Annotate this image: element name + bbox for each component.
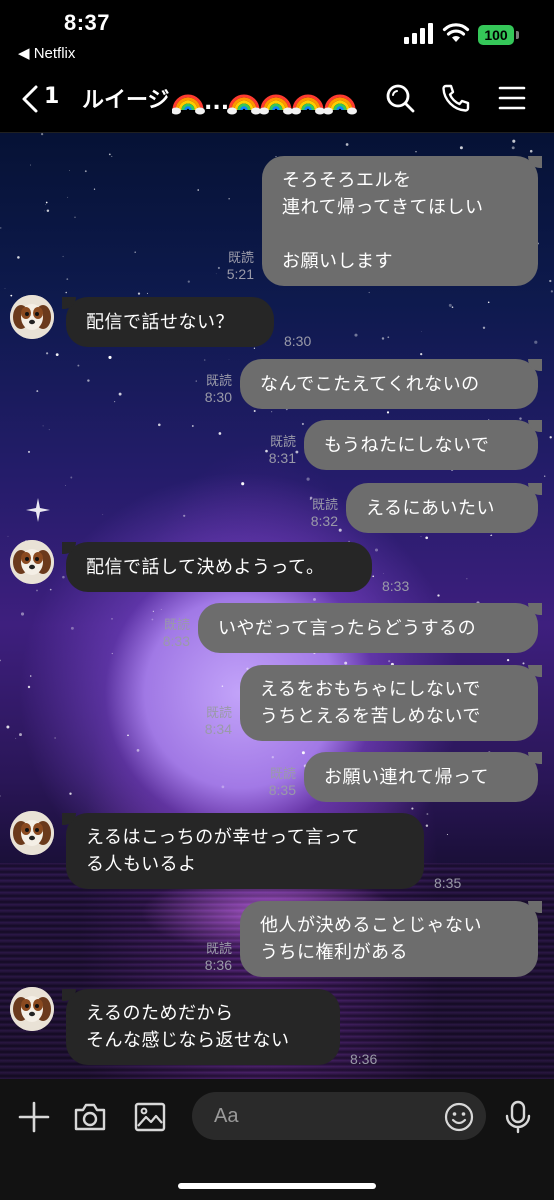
message-bubble[interactable]: もうねたにしないで (304, 420, 538, 470)
avatar[interactable] (10, 540, 54, 584)
read-receipt: 既読 (269, 434, 296, 449)
search-icon[interactable] (384, 82, 416, 114)
message-bubble[interactable]: お願い連れて帰って (304, 752, 538, 802)
rainbow-emoji-group: ... (172, 90, 359, 116)
menu-icon[interactable] (496, 82, 528, 114)
back-to-app-link[interactable]: ◀ Netflix (18, 44, 75, 62)
dog-avatar-icon (10, 295, 54, 339)
back-button[interactable]: 1 (14, 80, 76, 116)
read-receipt-time: 既読 8:34 (182, 705, 232, 737)
read-receipt-time: 既読 8:36 (182, 941, 232, 973)
chat-header: 1 ルイージ ... (0, 64, 554, 133)
unread-count: 1 (44, 84, 60, 109)
message-bubble[interactable]: えるはこっちのが幸せって言って る人もいるよ (66, 813, 424, 889)
read-receipt-time: 既読 8:33 (140, 617, 190, 649)
chat-title[interactable]: ルイージ (82, 82, 170, 114)
title-ellipsis: ... (204, 90, 229, 115)
plus-icon[interactable] (16, 1099, 52, 1135)
message-time: 8:30 (204, 389, 232, 405)
battery-icon: 100 (478, 25, 514, 45)
read-receipt: 既読 (205, 373, 232, 388)
read-receipt: 既読 (205, 941, 232, 956)
status-bar: 8:37 ◀ Netflix 100 (0, 0, 554, 64)
message-time: 8:33 (162, 633, 190, 649)
emoji-icon[interactable] (442, 1100, 476, 1134)
message-time: 8:36 (204, 957, 232, 973)
image-icon[interactable] (132, 1099, 168, 1135)
home-indicator (178, 1183, 376, 1189)
read-receipt-time: 既読 8:35 (246, 766, 296, 798)
message-bubble[interactable]: えるのためだから そんな感じなら返せない (66, 989, 340, 1065)
message-time: 8:36 (350, 1051, 378, 1067)
dog-avatar-icon (10, 811, 54, 855)
message-bubble[interactable]: そろそろエルを 連れて帰ってきてほしい お願いします (262, 156, 538, 286)
wifi-icon (442, 23, 470, 42)
read-receipt: 既読 (163, 617, 190, 632)
message-bubble[interactable]: 他人が決めることじゃない うちに権利がある (240, 901, 538, 977)
read-receipt-time: 既読 8:31 (246, 434, 296, 466)
dog-avatar-icon (10, 987, 54, 1031)
camera-icon[interactable] (72, 1099, 108, 1135)
read-receipt-time: 既読 8:32 (288, 497, 338, 529)
message-bubble[interactable]: いやだって言ったらどうするの (198, 603, 538, 653)
message-bubble[interactable]: えるにあいたい (346, 483, 538, 533)
chat-title-text: ルイージ (82, 88, 170, 113)
read-receipt: 既読 (311, 497, 338, 512)
chevron-left-icon (22, 85, 38, 113)
read-receipt: 既読 (269, 766, 296, 781)
message-time: 8:35 (268, 782, 296, 798)
battery-cap (516, 31, 519, 39)
input-bar (0, 1079, 554, 1200)
message-time: 8:35 (434, 875, 462, 891)
message-bubble[interactable]: えるをおもちゃにしないで うちとえるを苦しめないで (240, 665, 538, 741)
avatar[interactable] (10, 987, 54, 1031)
message-time: 8:33 (382, 578, 410, 594)
chat-area[interactable]: そろそろエルを 連れて帰ってきてほしい お願いします 既読 5:21 配信で話せない？… (0, 133, 554, 1079)
avatar[interactable] (10, 811, 54, 855)
message-bubble[interactable]: 配信で話して決めようって。 (66, 542, 372, 592)
message-bubble[interactable]: 配信で話せない？ (66, 297, 274, 347)
message-time: 8:32 (310, 513, 338, 529)
message-time: 8:34 (204, 721, 232, 737)
read-receipt-time: 既読 5:21 (204, 250, 254, 282)
message-time: 8:31 (268, 450, 296, 466)
message-time: 8:30 (284, 333, 312, 349)
read-receipt: 既読 (205, 705, 232, 720)
avatar[interactable] (10, 295, 54, 339)
read-receipt-time: 既読 8:30 (182, 373, 232, 405)
message-time: 5:21 (226, 266, 254, 282)
message-bubble[interactable]: なんでこたえてくれないの (240, 359, 538, 409)
read-receipt: 既読 (227, 250, 254, 265)
dog-avatar-icon (10, 540, 54, 584)
phone-icon[interactable] (440, 82, 472, 114)
status-time: 8:37 (64, 10, 111, 35)
microphone-icon[interactable] (500, 1099, 536, 1135)
cellular-signal-icon (404, 22, 434, 44)
